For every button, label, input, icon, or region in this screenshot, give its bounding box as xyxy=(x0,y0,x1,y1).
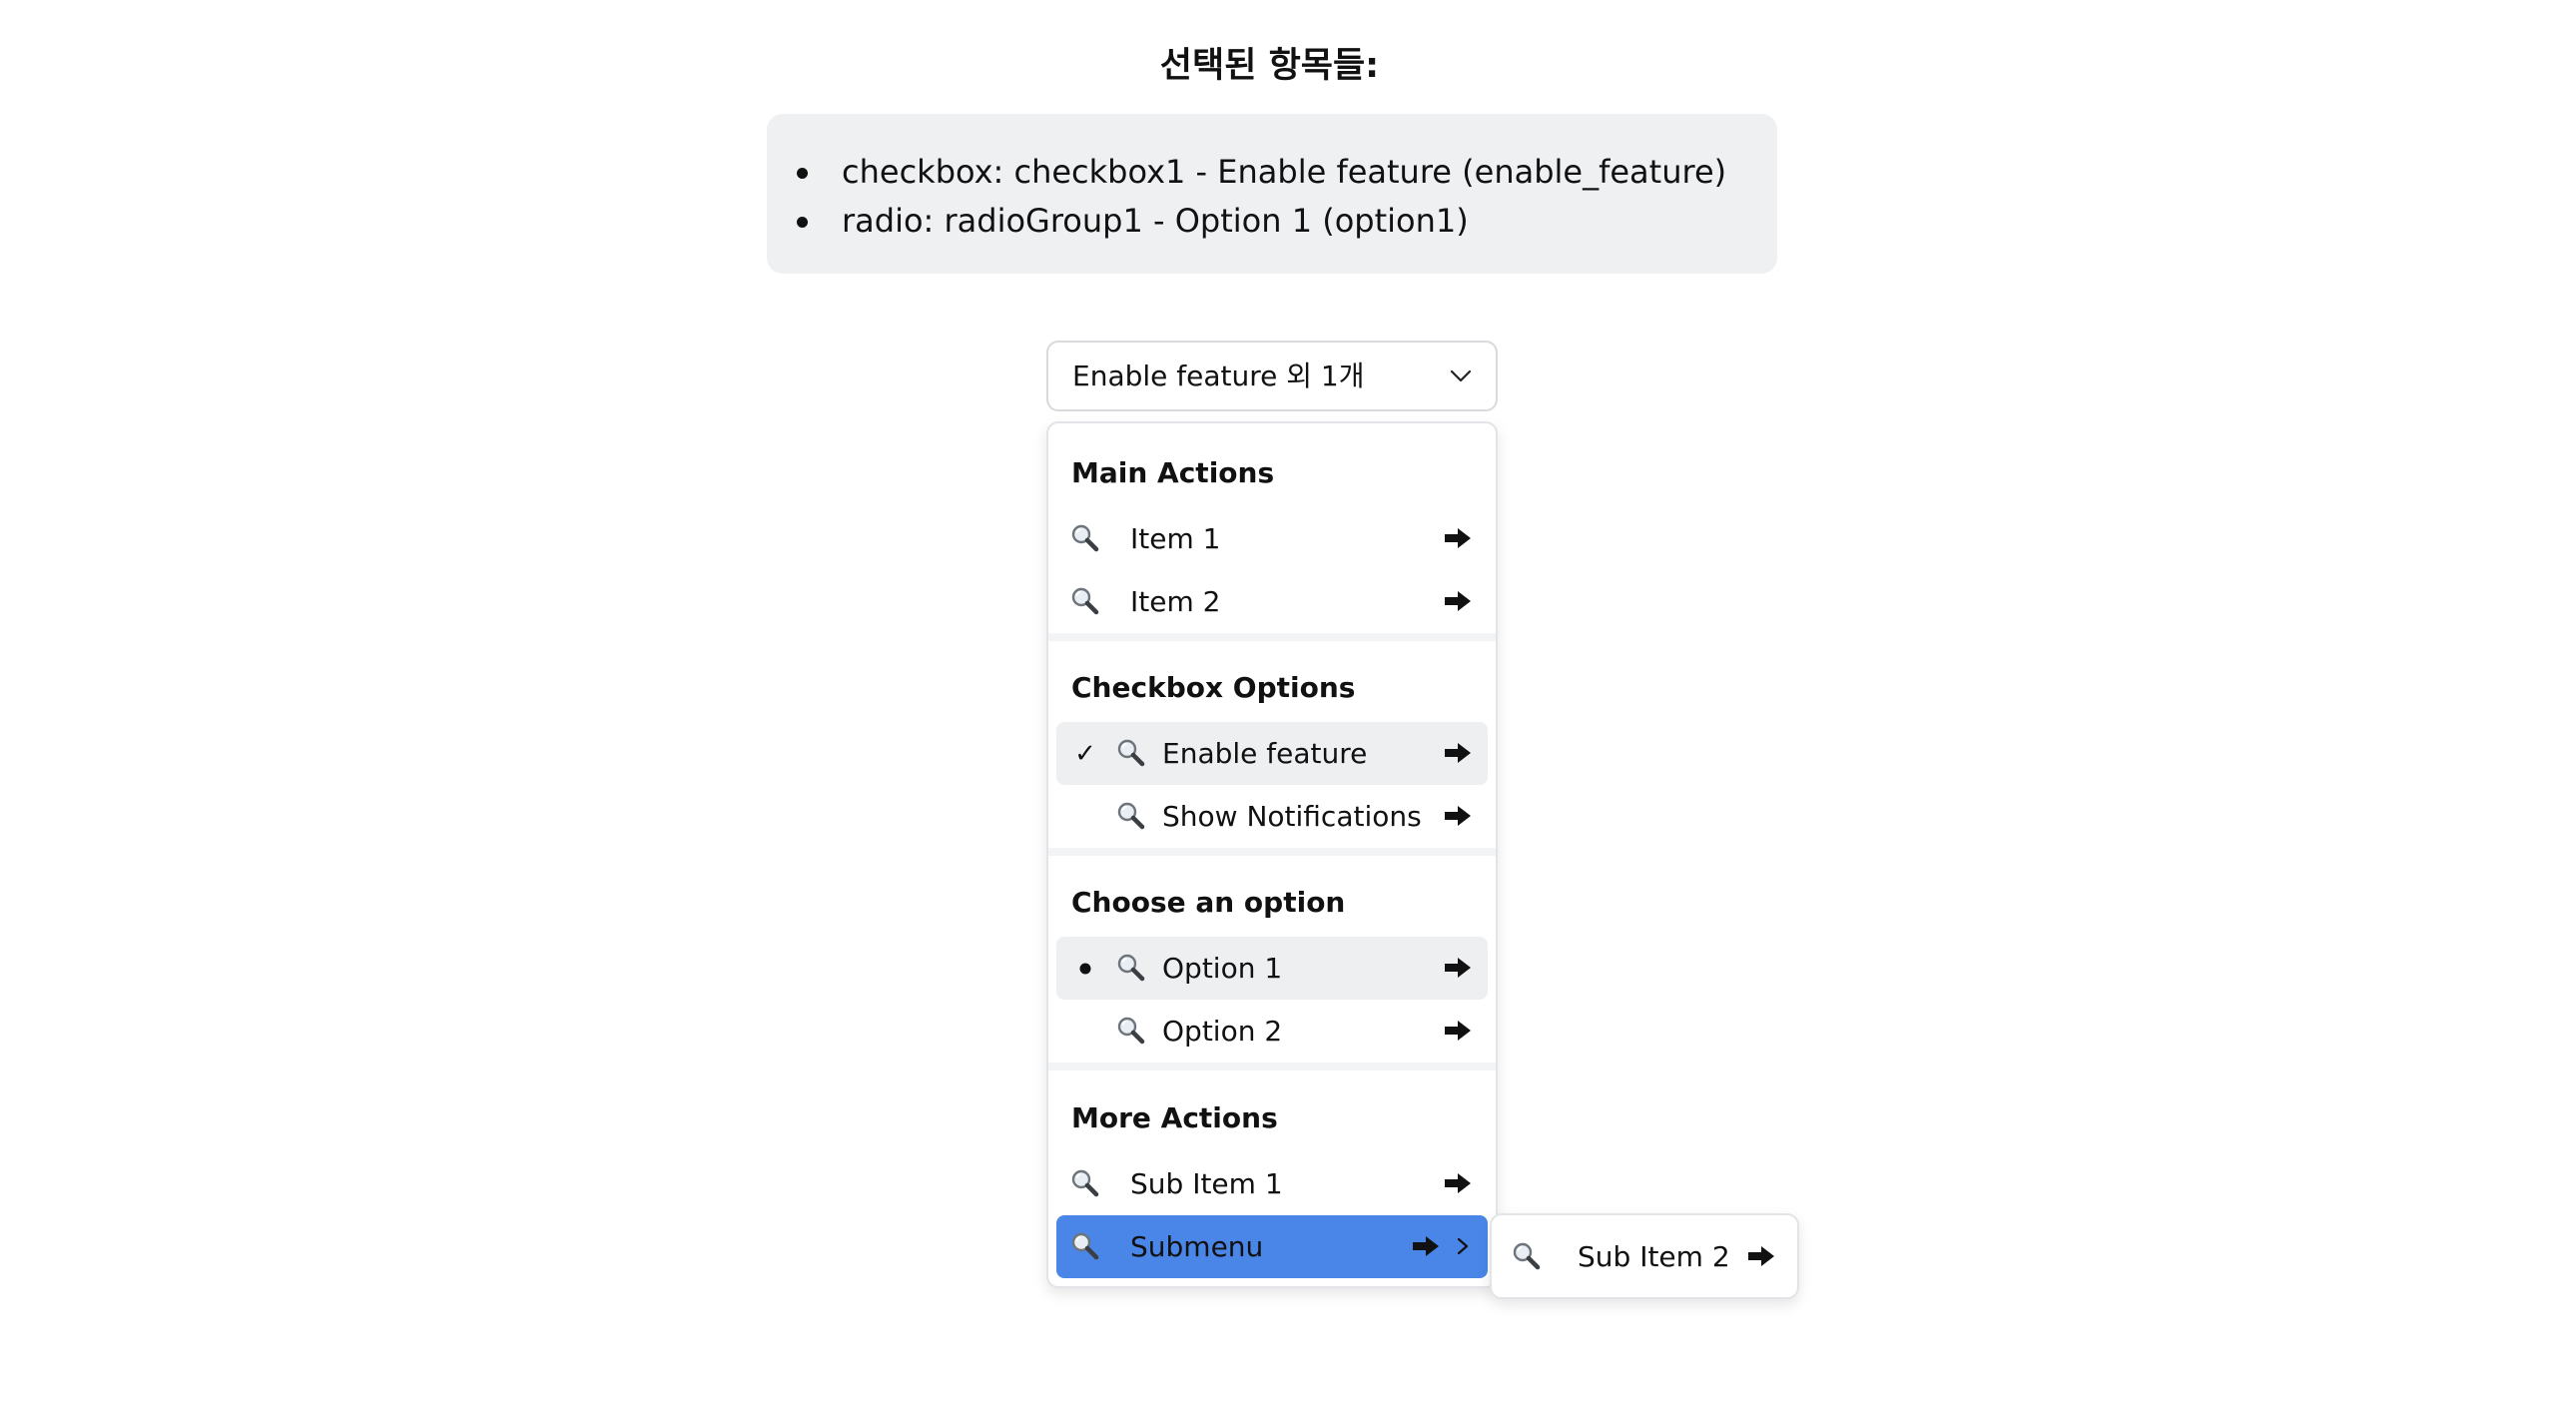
right-arrow-icon xyxy=(1412,1235,1440,1257)
right-arrow-icon xyxy=(1444,957,1472,979)
menu-item[interactable]: Sub Item 1 xyxy=(1056,1152,1488,1215)
menu-separator xyxy=(1048,848,1496,856)
search-icon xyxy=(1116,1016,1146,1046)
menu-separator xyxy=(1048,1063,1496,1070)
right-arrow-icon xyxy=(1747,1245,1775,1267)
menu-item-label: Sub Item 1 xyxy=(1130,1167,1283,1200)
menu-separator xyxy=(1048,633,1496,641)
menu-item-label: Submenu xyxy=(1130,1230,1264,1263)
right-arrow-icon xyxy=(1444,805,1472,827)
search-icon xyxy=(1512,1241,1542,1271)
menu-item[interactable]: Sub Item 2 xyxy=(1498,1225,1791,1288)
menu-item-label: Sub Item 2 xyxy=(1578,1240,1730,1273)
search-icon xyxy=(1070,586,1100,616)
page-title: 선택된 항목들: xyxy=(1159,46,1380,86)
search-icon xyxy=(1116,953,1146,983)
radio-item-option-1[interactable]: Option 1 xyxy=(1056,937,1488,1000)
checkbox-item-show-notifications[interactable]: Show Notifications xyxy=(1056,785,1488,848)
bullet-icon xyxy=(797,217,808,228)
search-icon xyxy=(1116,801,1146,831)
menu-item[interactable]: Item 1 xyxy=(1056,507,1488,570)
menu-item-label: Option 1 xyxy=(1162,952,1283,985)
search-icon xyxy=(1070,1168,1100,1198)
chevron-down-icon xyxy=(1450,369,1472,382)
group-label-checkbox-options: Checkbox Options xyxy=(1071,671,1356,704)
search-icon xyxy=(1070,523,1100,553)
dropdown-trigger-button[interactable]: Enable feature 외 1개 xyxy=(1046,341,1498,411)
dropdown-trigger-label: Enable feature 외 1개 xyxy=(1072,359,1365,392)
group-label-main-actions: Main Actions xyxy=(1071,456,1275,489)
radio-dot-icon xyxy=(1079,963,1091,975)
search-icon xyxy=(1070,1231,1100,1261)
menu-item-label: Show Notifications xyxy=(1162,800,1422,833)
right-arrow-icon xyxy=(1444,742,1472,764)
selected-item-text: checkbox: checkbox1 - Enable feature (en… xyxy=(842,153,1727,191)
right-arrow-icon xyxy=(1444,590,1472,612)
menu-item[interactable]: Item 2 xyxy=(1056,570,1488,633)
menu-item-label: Option 2 xyxy=(1162,1015,1283,1048)
selected-item-text: radio: radioGroup1 - Option 1 (option1) xyxy=(842,202,1469,240)
check-icon: ✓ xyxy=(1074,738,1096,768)
menu-item-label: Item 2 xyxy=(1130,585,1221,618)
selected-items-list: checkbox: checkbox1 - Enable feature (en… xyxy=(767,148,1777,246)
chevron-right-icon xyxy=(1457,1237,1469,1255)
right-arrow-icon xyxy=(1444,1020,1472,1042)
radio-item-option-2[interactable]: Option 2 xyxy=(1056,1000,1488,1063)
submenu-trigger[interactable]: Submenu xyxy=(1056,1215,1488,1278)
group-label-choose-an-option: Choose an option xyxy=(1071,886,1346,919)
bullet-icon xyxy=(797,168,808,179)
list-item: radio: radioGroup1 - Option 1 (option1) xyxy=(767,197,1777,246)
menu-item-label: Item 1 xyxy=(1130,522,1221,555)
right-arrow-icon xyxy=(1444,527,1472,549)
selected-items-panel: checkbox: checkbox1 - Enable feature (en… xyxy=(767,114,1777,274)
dropdown-menu: Main Actions Item 1 Item 2 Checkbox Opti… xyxy=(1046,421,1498,1288)
submenu-panel: Sub Item 2 xyxy=(1490,1213,1799,1299)
search-icon xyxy=(1116,738,1146,768)
right-arrow-icon xyxy=(1444,1172,1472,1194)
menu-item-label: Enable feature xyxy=(1162,737,1368,770)
list-item: checkbox: checkbox1 - Enable feature (en… xyxy=(767,148,1777,197)
checkbox-item-enable-feature[interactable]: ✓ Enable feature xyxy=(1056,722,1488,785)
group-label-more-actions: More Actions xyxy=(1071,1101,1278,1134)
